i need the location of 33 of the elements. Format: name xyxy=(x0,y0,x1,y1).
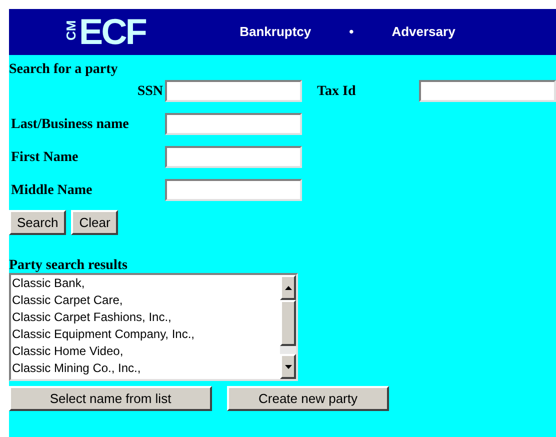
field-label: Middle Name xyxy=(10,182,94,200)
action-button[interactable]: Select name from list xyxy=(9,386,212,411)
scroll-up-button[interactable] xyxy=(280,275,296,300)
field-label: First Name xyxy=(10,148,80,166)
section-title: Party search results xyxy=(9,257,128,273)
action-button[interactable]: Create new party xyxy=(227,386,389,411)
input-field[interactable] xyxy=(419,80,556,102)
nav-link[interactable]: Adversary xyxy=(392,22,456,42)
field-label: SSN xyxy=(136,82,164,100)
input-field[interactable] xyxy=(165,179,302,201)
scroll-thumb[interactable] xyxy=(280,300,296,346)
input-field[interactable] xyxy=(165,146,302,168)
up-arrow-icon xyxy=(284,286,292,290)
action-button[interactable]: Clear xyxy=(71,210,118,235)
results-listbox[interactable]: Classic Bank, Classic Carpet Care, Classic Carpet Fashions, Inc., Classic Equipment Company, Inc., Classic Home Video, Classic Mining Co., Inc., xyxy=(9,273,298,381)
list-item[interactable]: Classic Bank, xyxy=(12,275,280,292)
down-arrow-icon xyxy=(284,364,292,368)
field-label: Last/Business name xyxy=(10,116,130,134)
scrollbar[interactable] xyxy=(280,275,296,379)
nav-link[interactable]: Bankruptcy xyxy=(240,22,312,42)
list-item[interactable]: Classic Home Video, xyxy=(12,343,280,360)
logo: ECF xyxy=(79,14,146,50)
input-field[interactable] xyxy=(165,113,302,135)
list-item[interactable]: Classic Equipment Company, Inc., xyxy=(12,326,280,343)
input-field[interactable] xyxy=(165,80,302,102)
list-item[interactable]: Classic Mining Co., Inc., xyxy=(12,360,280,377)
list-item[interactable]: Classic Carpet Care, xyxy=(12,292,280,309)
field-label: Tax Id xyxy=(317,82,357,100)
scroll-down-button[interactable] xyxy=(280,354,296,379)
list-item[interactable]: Classic Carpet Fashions, Inc., xyxy=(12,309,280,326)
nav-separator: • xyxy=(349,23,354,42)
section-title: Search for a party xyxy=(9,61,119,77)
action-button[interactable]: Search xyxy=(9,210,66,235)
